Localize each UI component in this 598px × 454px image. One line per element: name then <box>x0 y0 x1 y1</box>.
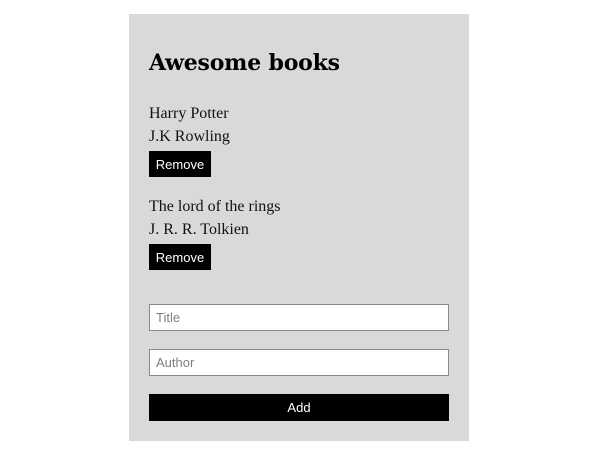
book-item: The lord of the rings J. R. R. Tolkien R… <box>149 195 449 270</box>
remove-button[interactable]: Remove <box>149 244 211 270</box>
book-author: J.K Rowling <box>149 128 230 145</box>
title-input[interactable] <box>149 304 449 331</box>
book-title: Harry Potter <box>149 105 229 122</box>
book-item: Harry Potter J.K Rowling Remove <box>149 102 449 177</box>
book-author: J. R. R. Tolkien <box>149 221 249 238</box>
page-title: Awesome books <box>149 50 340 76</box>
author-input[interactable] <box>149 349 449 376</box>
books-card: Awesome books Harry Potter J.K Rowling R… <box>129 14 469 441</box>
add-button[interactable]: Add <box>149 394 449 421</box>
book-title: The lord of the rings <box>149 198 281 215</box>
remove-button[interactable]: Remove <box>149 151 211 177</box>
